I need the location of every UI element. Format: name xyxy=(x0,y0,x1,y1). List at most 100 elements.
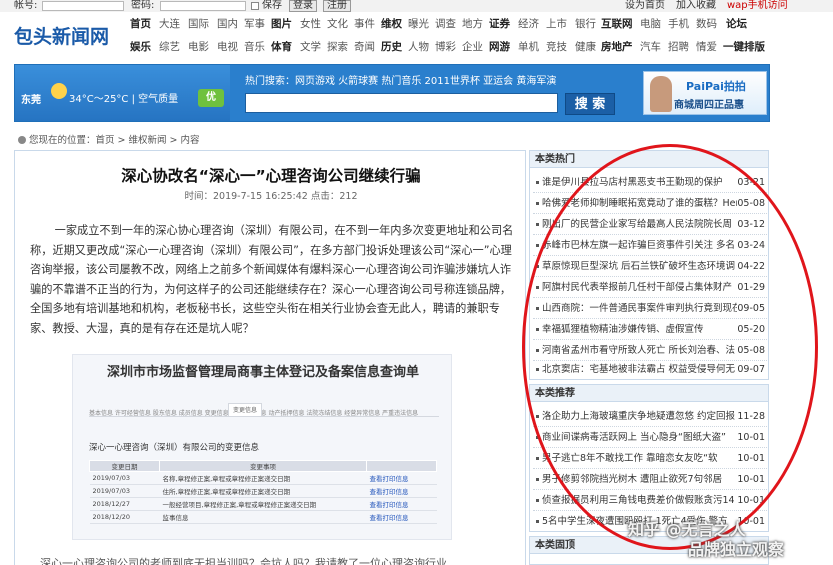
list-item-title[interactable]: 侦查报据员利用三角钱电费差价做假账贪污14 xyxy=(542,490,737,510)
list-item[interactable]: 阿旗村民代表举报前几任村干部侵占集体财产 01-29 xyxy=(533,277,767,298)
list-item-title[interactable]: 洛企助力上海玻璃重庆争地疑遭忽悠 约定回报 xyxy=(542,406,737,426)
remember-checkbox[interactable] xyxy=(251,2,259,10)
nav-item[interactable]: 上市 xyxy=(546,18,567,31)
list-item-title[interactable]: 山西商院：一件普通民事案件审判执行竟到现在 xyxy=(542,298,737,318)
nav-item[interactable]: 电脑 xyxy=(640,18,661,31)
nav-item[interactable]: 图片 xyxy=(271,18,292,31)
nav-item[interactable]: 电影 xyxy=(188,41,209,54)
list-item[interactable]: 哈佛爱老师抑制睡眠拓宽竟动了谁的蛋糕？Her 05-08 xyxy=(533,193,767,214)
login-button[interactable]: 登录 xyxy=(289,0,317,12)
nav-item[interactable]: 文化 xyxy=(327,18,348,31)
list-item[interactable]: 刚出厂的民营企业家写给最高人民法院院长周 03-12 xyxy=(533,214,767,235)
nav-item[interactable]: 奇闻 xyxy=(354,41,375,54)
nav-item[interactable]: 数码 xyxy=(696,18,717,31)
list-item[interactable]: 谁是伊川县拉马店村黑恶支书王勤现的保护 03-21 xyxy=(533,172,767,193)
register-button[interactable]: 注册 xyxy=(323,0,351,12)
nav-item[interactable]: 汽车 xyxy=(640,41,661,54)
list-item-title[interactable]: 男子修剪邻院挡光树木 遭阻止欲死7句邻居 xyxy=(542,469,737,489)
nav-item[interactable]: 单机 xyxy=(518,41,539,54)
list-item-title[interactable]: 商业间谍病毒活跃网上 当心隐身“图纸大盗” xyxy=(542,427,737,447)
list-item-date: 04-22 xyxy=(737,261,765,272)
nav-item[interactable]: 房地产 xyxy=(601,41,633,54)
bullet-icon xyxy=(536,368,539,371)
list-item[interactable]: 洛企助力上海玻璃重庆争地疑遭忽悠 约定回报 11-28 xyxy=(533,406,767,427)
nav-item[interactable]: 证券 xyxy=(489,18,510,31)
list-item-title[interactable]: 北京窦店：宅基地被非法霸占 权益受侵导何无 xyxy=(542,359,737,380)
nav-item[interactable]: 综艺 xyxy=(159,41,180,54)
add-favorite-link[interactable]: 加入收藏 xyxy=(676,0,716,12)
list-item-title[interactable]: 刚出厂的民营企业家写给最高人民法院院长周 xyxy=(542,214,737,234)
list-item[interactable]: 商业间谍病毒活跃网上 当心隐身“图纸大盗” 10-01 xyxy=(533,427,767,448)
list-item[interactable]: 山西商院：一件普通民事案件审判执行竟到现在 09-05 xyxy=(533,298,767,319)
nav-item[interactable]: 国际 xyxy=(188,18,209,31)
breadcrumb-text[interactable]: 您现在的位置：首页 > 维权新闻 > 内容 xyxy=(29,135,200,146)
nav-item[interactable]: 首页 xyxy=(130,18,151,31)
list-item-title[interactable]: 河南省孟州市看守所致人死亡 所长刘治春、法 xyxy=(542,340,737,360)
bullet-icon xyxy=(536,202,539,205)
nav-item[interactable]: 历史 xyxy=(381,41,402,54)
change-item: 名称,章程修正案,章程或章程修正案递交日期 xyxy=(159,471,367,485)
account-input[interactable] xyxy=(42,1,124,11)
list-item[interactable]: 侦查报据员利用三角钱电费差价做假账贪污14 10-01 xyxy=(533,490,767,511)
city-name[interactable]: 东莞 xyxy=(21,91,41,106)
nav-item[interactable]: 竞技 xyxy=(546,41,567,54)
nav-item[interactable]: 互联网 xyxy=(601,18,633,31)
bullet-icon xyxy=(536,328,539,331)
list-item-date: 10-01 xyxy=(737,474,765,485)
list-item-title[interactable]: 男子逃亡8年不敢找工作 靠暗恋女友吃“软 xyxy=(542,448,737,468)
nav-item[interactable]: 娱乐 xyxy=(130,41,151,54)
nav-item[interactable]: 论坛 xyxy=(726,18,747,31)
paipai-ad[interactable]: PaiPai拍拍 商城周四正品惠 xyxy=(643,71,767,115)
nav-item[interactable]: 曝光 xyxy=(408,18,429,31)
search-button[interactable]: 搜 索 xyxy=(565,93,615,115)
list-item[interactable]: 河南省孟州市看守所致人死亡 所长刘治春、法 05-08 xyxy=(533,340,767,361)
nav-item[interactable]: 体育 xyxy=(271,41,292,54)
nav-item[interactable]: 探索 xyxy=(327,41,348,54)
nav-item[interactable]: 手机 xyxy=(668,18,689,31)
nav-item[interactable]: 电视 xyxy=(217,41,238,54)
ad-person-image xyxy=(650,76,672,112)
list-item[interactable]: 草原惊现巨型深坑 后石兰铁矿破坏生态环境调 04-22 xyxy=(533,256,767,277)
list-item[interactable]: 男子修剪邻院挡光树木 遭阻止欲死7句邻居 10-01 xyxy=(533,469,767,490)
nav-item[interactable]: 人物 xyxy=(408,41,429,54)
nav-item[interactable]: 健康 xyxy=(575,41,596,54)
air-quality-badge: 优 xyxy=(198,89,224,107)
list-item-title[interactable]: 幸福狐狸植物精油涉嫌传销、虚假宣传 xyxy=(542,319,737,339)
password-input[interactable] xyxy=(160,1,246,11)
list-item-title[interactable]: 阿旗村民代表举报前几任村干部侵占集体财产 xyxy=(542,277,737,297)
table-row: 2019/07/03 住所,章程修正案,章程或章程修正案递交日期 查看打印信息 xyxy=(89,484,437,498)
nav-item[interactable]: 音乐 xyxy=(244,41,265,54)
list-item[interactable]: 赤峰市巴林左旗一起诈骗巨资事件引关注 多名 03-24 xyxy=(533,235,767,256)
nav-item[interactable]: 企业 xyxy=(462,41,483,54)
nav-item[interactable]: 招聘 xyxy=(668,41,689,54)
list-item-title[interactable]: 赤峰市巴林左旗一起诈骗巨资事件引关注 多名 xyxy=(542,235,737,255)
nav-item[interactable]: 经济 xyxy=(518,18,539,31)
hot-search-links[interactable]: 热门搜索：网页游戏 火箭球赛 热门音乐 2011世界杯 亚运会 黄海军演 xyxy=(245,72,556,87)
nav-item[interactable]: 情爱 xyxy=(696,41,717,54)
list-item[interactable]: 北京窦店：宅基地被非法霸占 权益受侵导何无 09-07 xyxy=(533,359,767,380)
nav-item[interactable]: 文学 xyxy=(300,41,321,54)
nav-item[interactable]: 大连 xyxy=(159,18,180,31)
list-item-title[interactable]: 谁是伊川县拉马店村黑恶支书王勤现的保护 xyxy=(542,172,737,192)
nav-item[interactable]: 女性 xyxy=(300,18,321,31)
bullet-icon xyxy=(536,223,539,226)
wap-link[interactable]: wap手机访问 xyxy=(727,0,788,12)
search-input[interactable] xyxy=(245,93,558,113)
nav-item[interactable]: 一键排版 xyxy=(723,41,765,54)
nav-item[interactable]: 事件 xyxy=(354,18,375,31)
nav-item[interactable]: 银行 xyxy=(575,18,596,31)
nav-item[interactable]: 维权 xyxy=(381,18,402,31)
nav-item[interactable]: 博彩 xyxy=(435,41,456,54)
nav-item[interactable]: 调查 xyxy=(435,18,456,31)
nav-item[interactable]: 国内 xyxy=(217,18,238,31)
nav-item[interactable]: 军事 xyxy=(244,18,265,31)
set-homepage-link[interactable]: 设为首页 xyxy=(625,0,665,12)
nav-item[interactable]: 网游 xyxy=(489,41,510,54)
site-logo[interactable]: 包头新闻网 xyxy=(14,22,109,49)
column-header xyxy=(366,460,437,472)
list-item[interactable]: 男子逃亡8年不敢找工作 靠暗恋女友吃“软 10-01 xyxy=(533,448,767,469)
list-item-title[interactable]: 草原惊现巨型深坑 后石兰铁矿破坏生态环境调 xyxy=(542,256,737,276)
list-item-title[interactable]: 哈佛爱老师抑制睡眠拓宽竟动了谁的蛋糕？Her xyxy=(542,193,737,213)
list-item[interactable]: 幸福狐狸植物精油涉嫌传销、虚假宣传 05-20 xyxy=(533,319,767,340)
nav-item[interactable]: 地方 xyxy=(462,18,483,31)
